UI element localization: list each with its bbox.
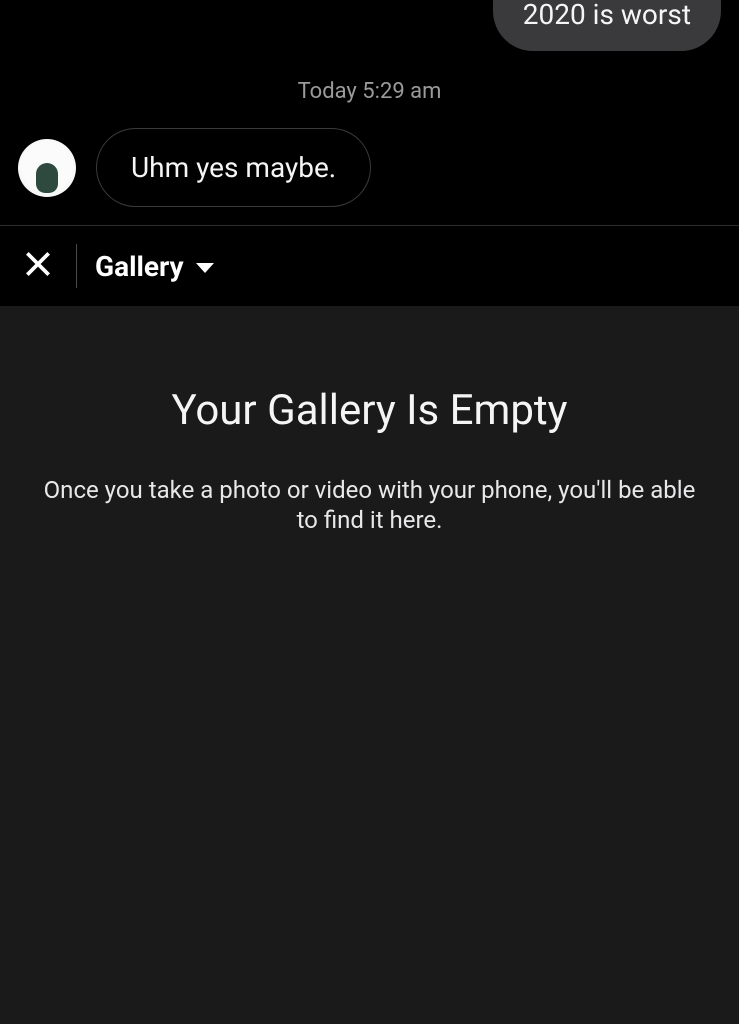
close-button[interactable] bbox=[18, 246, 58, 286]
chat-area: 2020 is worst Today 5:29 am Uhm yes mayb… bbox=[0, 0, 739, 225]
gallery-empty-subtitle: Once you take a photo or video with your… bbox=[40, 475, 699, 535]
divider bbox=[76, 244, 77, 288]
incoming-message-row: Uhm yes maybe. bbox=[18, 128, 721, 207]
gallery-header: Gallery bbox=[0, 225, 739, 306]
outgoing-message-bubble[interactable]: 2020 is worst bbox=[493, 0, 721, 51]
chevron-down-icon bbox=[196, 263, 214, 273]
outgoing-message-row: 2020 is worst bbox=[18, 0, 721, 51]
gallery-source-label: Gallery bbox=[95, 250, 184, 283]
chat-timestamp: Today 5:29 am bbox=[18, 51, 721, 128]
avatar[interactable] bbox=[18, 139, 76, 197]
gallery-panel: Your Gallery Is Empty Once you take a ph… bbox=[0, 306, 739, 1024]
incoming-message-bubble[interactable]: Uhm yes maybe. bbox=[96, 128, 371, 207]
gallery-source-selector[interactable]: Gallery bbox=[95, 250, 214, 283]
gallery-empty-title: Your Gallery Is Empty bbox=[171, 386, 567, 435]
close-icon bbox=[22, 248, 54, 284]
